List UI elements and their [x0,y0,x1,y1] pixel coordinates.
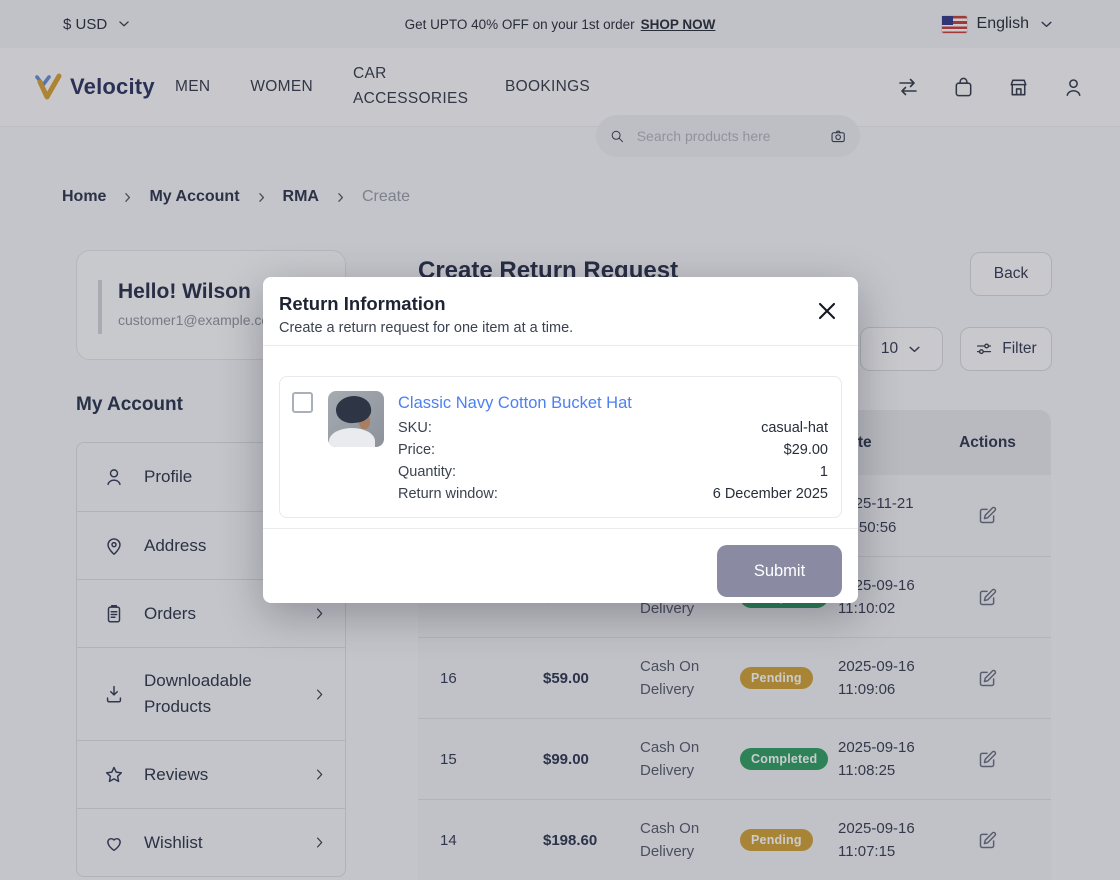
product-detail-row: Price: $29.00 [398,439,828,461]
return-window-value: 6 December 2025 [713,483,828,505]
product-detail-row: Quantity: 1 [398,461,828,483]
quantity-value: 1 [820,461,828,483]
return-window-label: Return window: [398,483,498,505]
modal-footer: Submit [263,528,858,597]
price-value: $29.00 [784,439,828,461]
modal-title: Return Information [279,293,842,315]
submit-button[interactable]: Submit [717,545,842,597]
sku-value: casual-hat [761,417,828,439]
price-label: Price: [398,439,435,461]
product-detail-row: Return window: 6 December 2025 [398,483,828,505]
modal-header: Return Information Create a return reque… [263,277,858,346]
item-checkbox[interactable] [292,392,313,413]
product-info: Classic Navy Cotton Bucket Hat SKU: casu… [398,391,828,505]
product-detail-row: SKU: casual-hat [398,417,828,439]
product-image [328,391,384,447]
modal-subtitle: Create a return request for one item at … [279,318,842,338]
sku-label: SKU: [398,417,432,439]
quantity-label: Quantity: [398,461,456,483]
return-item-card: Classic Navy Cotton Bucket Hat SKU: casu… [279,376,842,518]
return-information-modal: Return Information Create a return reque… [263,277,858,603]
product-name-link[interactable]: Classic Navy Cotton Bucket Hat [398,391,828,415]
close-icon[interactable] [817,301,837,321]
